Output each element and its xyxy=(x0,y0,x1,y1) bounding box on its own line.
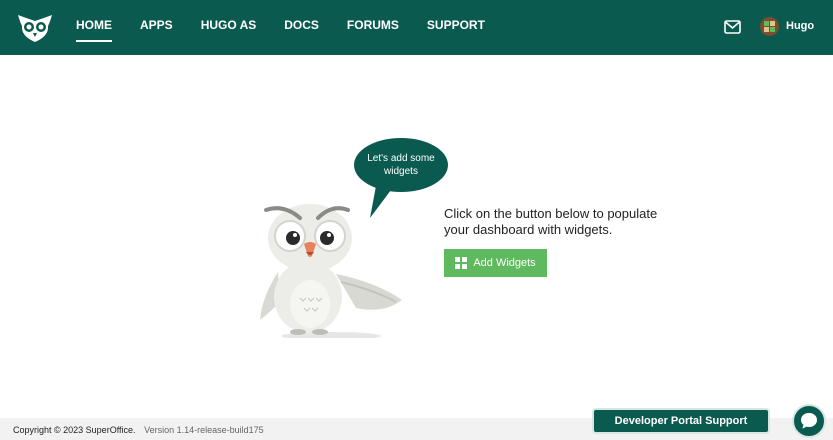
chat-button[interactable] xyxy=(792,404,826,438)
speech-bubble: Let's add some widgets xyxy=(354,138,448,192)
owl-mascot-illustration xyxy=(260,204,402,338)
empty-dashboard-message: Click on the button below to populate yo… xyxy=(444,206,658,237)
nav-support[interactable]: SUPPORT xyxy=(427,0,485,55)
developer-portal-support-button[interactable]: Developer Portal Support xyxy=(592,408,770,434)
nav-apps[interactable]: APPS xyxy=(140,0,173,55)
footer-text: Copyright © 2023 SuperOffice. Version 1.… xyxy=(13,425,264,435)
mail-icon[interactable] xyxy=(724,20,741,34)
nav-docs[interactable]: DOCS xyxy=(284,0,319,55)
main-nav: HOME APPS HUGO AS DOCS FORUMS SUPPORT xyxy=(76,0,513,55)
nav-hugo-as[interactable]: HUGO AS xyxy=(201,0,257,55)
grid-icon xyxy=(455,257,468,269)
avatar-icon[interactable] xyxy=(760,17,779,36)
add-widgets-button[interactable]: Add Widgets xyxy=(444,249,547,277)
nav-forums[interactable]: FORUMS xyxy=(347,0,399,55)
add-widgets-label: Add Widgets xyxy=(473,257,536,269)
version-text: Version 1.14-release-build175 xyxy=(144,425,264,435)
nav-home[interactable]: HOME xyxy=(76,0,112,55)
top-navigation-bar: HOME APPS HUGO AS DOCS FORUMS SUPPORT Hu… xyxy=(0,0,833,55)
chat-icon xyxy=(801,413,817,429)
copyright-text: Copyright © 2023 SuperOffice. xyxy=(13,425,136,435)
user-name[interactable]: Hugo xyxy=(786,20,814,32)
owl-logo-icon[interactable] xyxy=(16,12,54,44)
